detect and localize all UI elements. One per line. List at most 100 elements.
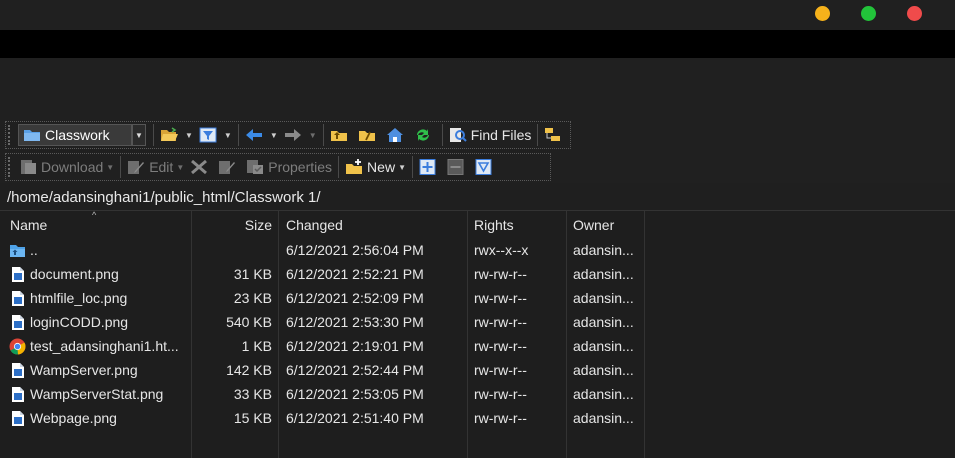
file-changed: 6/12/2021 2:52:44 PM — [286, 362, 424, 378]
open-folder-icon — [161, 127, 178, 141]
location-dropdown-arrow[interactable]: ▼ — [132, 124, 146, 146]
folder-icon — [24, 130, 40, 141]
column-header-rights[interactable]: Rights — [474, 211, 566, 238]
image-file-icon — [9, 266, 26, 283]
filter-button[interactable]: ▼ — [196, 123, 235, 147]
file-list[interactable]: Name ^ Size Changed Rights Owner .. 6/12/… — [0, 210, 955, 458]
download-button[interactable]: Download ▼ — [16, 155, 117, 179]
file-rights: rw-rw-r-- — [474, 290, 527, 306]
file-row[interactable]: loginCODD.png 540 KB 6/12/2021 2:53:30 PM r… — [0, 310, 955, 334]
file-name: WampServerStat.png — [30, 386, 164, 402]
file-size: 142 KB — [226, 362, 272, 378]
file-rights: rw-rw-r-- — [474, 314, 527, 330]
file-row[interactable]: document.png 31 KB 6/12/2021 2:52:21 PM rw-… — [0, 262, 955, 286]
chevron-down-icon[interactable]: ▼ — [185, 131, 193, 140]
refresh-icon — [416, 129, 429, 141]
column-header-changed[interactable]: Changed — [286, 211, 466, 238]
refresh-button[interactable] — [411, 123, 439, 147]
back-button[interactable]: ▼ — [242, 123, 281, 147]
file-list-header: Name ^ Size Changed Rights Owner — [0, 210, 955, 238]
properties-button[interactable]: Properties — [243, 155, 335, 179]
toolbar-separator — [411, 156, 413, 178]
properties-icon — [247, 160, 264, 174]
navigation-toolbar: Classwork ▼ ▼ ▼ ▼ ▼ Find Files — [5, 121, 571, 149]
rename-icon — [219, 161, 236, 174]
toolbar-grip[interactable] — [8, 125, 14, 145]
parent-directory-button[interactable] — [327, 123, 355, 147]
unselect-files-button[interactable] — [444, 155, 472, 179]
download-label: Download — [41, 159, 104, 175]
chevron-down-icon[interactable]: ▼ — [398, 163, 406, 172]
location-combo[interactable]: Classwork — [18, 124, 132, 146]
file-rights: rw-rw-r-- — [474, 362, 527, 378]
file-rights: rw-rw-r-- — [474, 410, 527, 426]
file-row[interactable]: Webpage.png 15 KB 6/12/2021 2:51:40 PM rw-r… — [0, 406, 955, 430]
back-arrow-icon — [245, 129, 262, 141]
path-bar[interactable]: /home/adansinghani1/public_html/Classwor… — [0, 184, 955, 210]
file-owner: adansin... — [573, 290, 634, 306]
minus-icon — [447, 159, 464, 175]
forward-button[interactable]: ▼ — [281, 123, 320, 147]
file-owner: adansin... — [573, 242, 634, 258]
location-combo-label: Classwork — [45, 127, 110, 143]
parent-folder-icon — [9, 242, 26, 259]
file-row[interactable]: htmlfile_loc.png 23 KB 6/12/2021 2:52:09 P… — [0, 286, 955, 310]
filter-mask-icon — [475, 159, 492, 175]
file-changed: 6/12/2021 2:56:04 PM — [286, 242, 424, 258]
chevron-down-icon[interactable]: ▼ — [106, 163, 114, 172]
file-size: 15 KB — [233, 410, 272, 426]
file-rights: rwx--x--x — [474, 242, 529, 258]
open-directory-button[interactable]: ▼ — [157, 123, 196, 147]
toolbar-separator — [322, 124, 324, 146]
menu-strip — [0, 30, 955, 58]
edit-button[interactable]: Edit ▼ — [124, 155, 187, 179]
file-name: Webpage.png — [30, 410, 117, 426]
column-header-owner[interactable]: Owner — [573, 211, 643, 238]
image-file-icon — [9, 410, 26, 427]
root-folder-icon — [358, 131, 375, 141]
image-file-icon — [9, 314, 26, 331]
file-owner: adansin... — [573, 338, 634, 354]
new-item-icon — [346, 159, 363, 174]
find-files-button[interactable]: Find Files — [446, 123, 535, 147]
file-changed: 6/12/2021 2:52:09 PM — [286, 290, 424, 306]
tree-view-button[interactable] — [541, 123, 569, 147]
toolbar-area: Classwork ▼ ▼ ▼ ▼ ▼ Find Files Download … — [0, 120, 955, 183]
rename-button[interactable] — [215, 155, 243, 179]
chrome-icon — [9, 338, 26, 355]
new-label: New — [367, 159, 396, 175]
file-name: .. — [30, 242, 38, 258]
close-button[interactable] — [907, 6, 922, 21]
file-name: loginCODD.png — [30, 314, 129, 330]
new-button[interactable]: New ▼ — [342, 155, 409, 179]
column-header-name[interactable]: Name ^ — [10, 210, 190, 238]
parent-folder-icon — [330, 131, 347, 141]
minimize-button[interactable] — [815, 6, 830, 21]
file-row[interactable]: WampServer.png 142 KB 6/12/2021 2:52:44 PM… — [0, 358, 955, 382]
file-owner: adansin... — [573, 410, 634, 426]
file-owner: adansin... — [573, 314, 634, 330]
file-actions-toolbar: Download ▼ Edit ▼ Properties New ▼ — [5, 153, 551, 181]
select-files-button[interactable] — [416, 155, 444, 179]
chevron-down-icon[interactable]: ▼ — [224, 131, 232, 140]
tree-view-icon — [545, 128, 561, 141]
file-owner: adansin... — [573, 266, 634, 282]
image-file-icon — [9, 290, 26, 307]
sort-ascending-icon: ^ — [92, 210, 97, 220]
file-row[interactable]: WampServerStat.png 33 KB 6/12/2021 2:53:05… — [0, 382, 955, 406]
file-row[interactable]: test_adansinghani1.ht... 1 KB 6/12/2021 2:… — [0, 334, 955, 358]
toolbar-separator — [237, 124, 239, 146]
home-directory-button[interactable] — [383, 123, 411, 147]
filter-select-button[interactable] — [472, 155, 500, 179]
delete-button[interactable] — [187, 155, 215, 179]
toolbar-separator — [441, 124, 443, 146]
file-row[interactable]: .. 6/12/2021 2:56:04 PM rwx--x--x adansin..… — [0, 238, 955, 262]
root-directory-button[interactable] — [355, 123, 383, 147]
chevron-down-icon[interactable]: ▼ — [176, 163, 184, 172]
file-changed: 6/12/2021 2:53:30 PM — [286, 314, 424, 330]
column-header-size[interactable]: Size — [192, 211, 272, 238]
toolbar-grip[interactable] — [8, 157, 14, 177]
zoom-button[interactable] — [861, 6, 876, 21]
chevron-down-icon[interactable]: ▼ — [309, 131, 317, 140]
chevron-down-icon[interactable]: ▼ — [270, 131, 278, 140]
